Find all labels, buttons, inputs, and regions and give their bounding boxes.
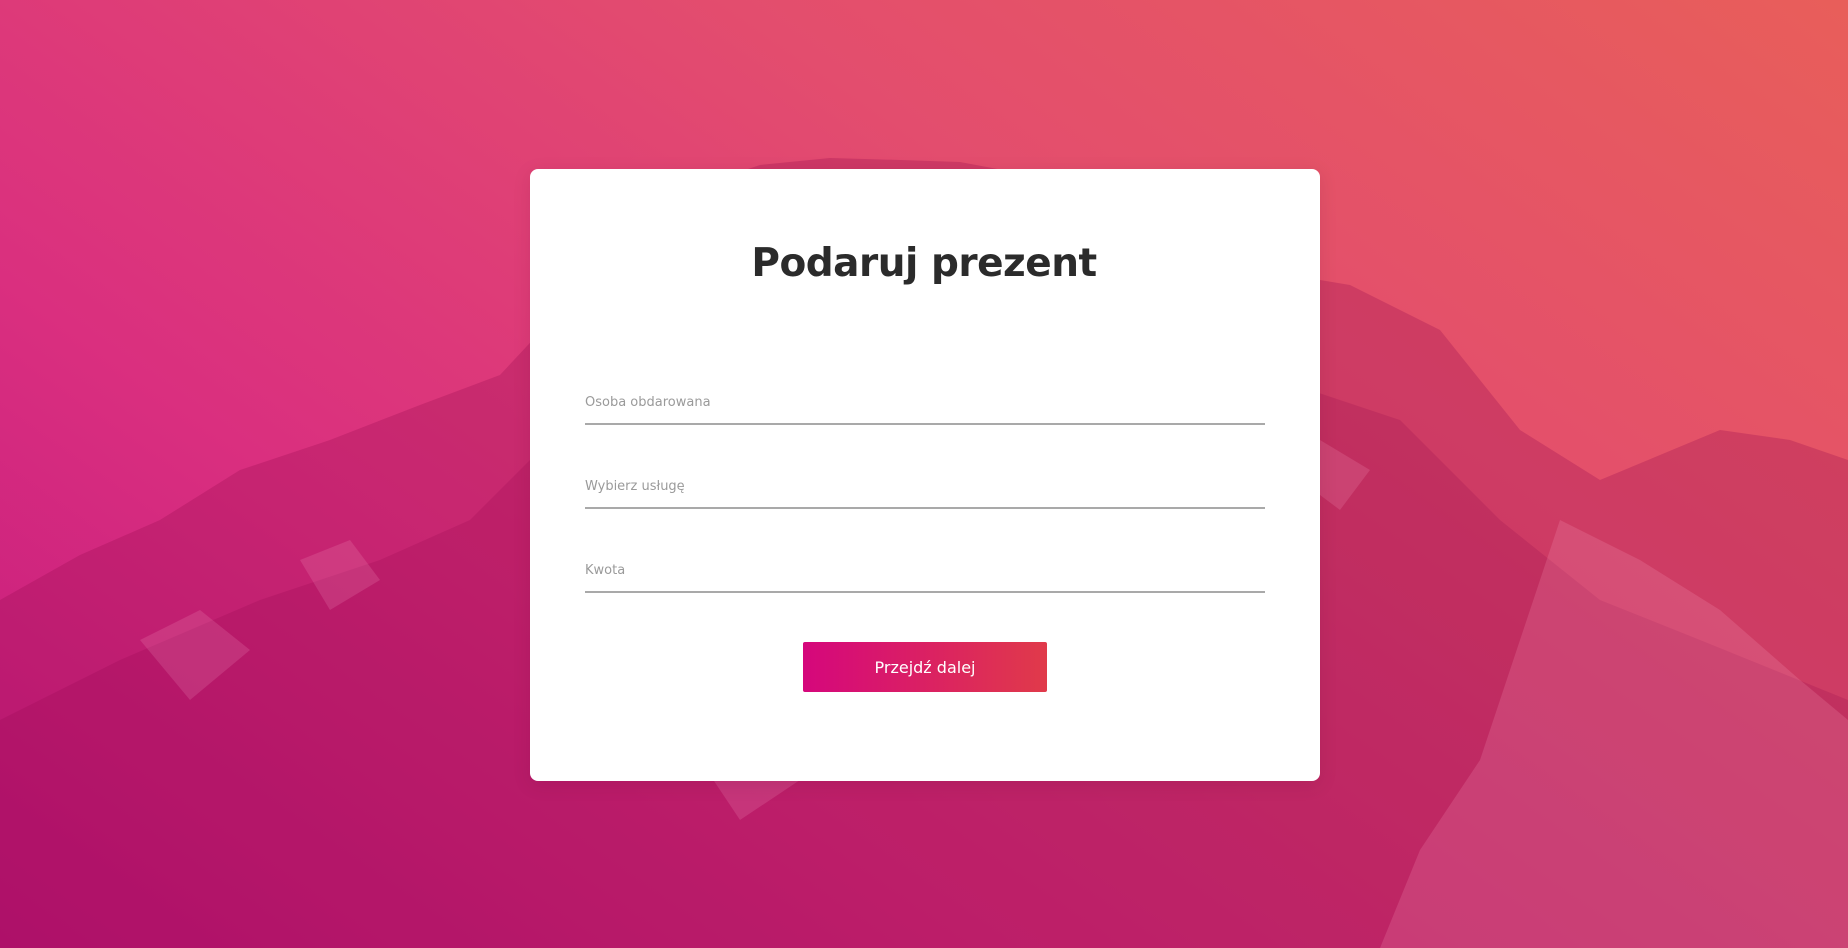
amount-input[interactable]: [585, 551, 1265, 589]
amount-field: [585, 551, 1265, 593]
service-field: [585, 467, 1265, 509]
recipient-field: [585, 383, 1265, 425]
continue-button[interactable]: Przejdź dalej: [803, 642, 1047, 692]
page-title: Podaruj prezent: [751, 241, 1097, 286]
service-input[interactable]: [585, 467, 1265, 505]
recipient-input[interactable]: [585, 383, 1265, 421]
